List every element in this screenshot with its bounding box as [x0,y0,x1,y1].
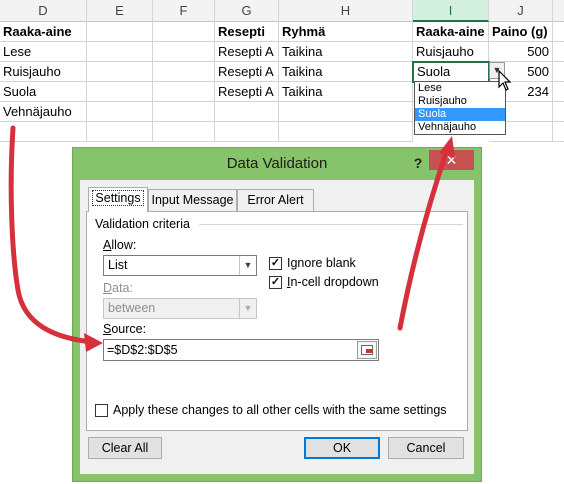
dropdown-option[interactable]: Vehnäjauho [415,121,505,134]
allow-select[interactable]: List ▼ [103,255,257,276]
cancel-button[interactable]: Cancel [388,437,464,459]
table-cell-recipe[interactable]: Resepti A [215,82,279,102]
group-divider [199,224,463,225]
chevron-down-icon[interactable]: ▼ [239,256,256,275]
table-cell[interactable] [87,62,153,82]
table-cell[interactable] [0,122,87,142]
table-cell[interactable] [553,102,564,122]
ingredient-list-item[interactable]: Suola [0,82,87,102]
column-header-g[interactable]: G [215,0,279,22]
table-cell[interactable] [215,122,279,142]
table-cell-recipe[interactable]: Resepti A [215,42,279,62]
dropdown-option-highlighted[interactable]: Suola [415,108,505,121]
column-header-k[interactable] [553,0,564,22]
table-cell-group[interactable]: Taikina [279,82,413,102]
ok-button[interactable]: OK [304,437,380,459]
in-cell-dropdown-label[interactable]: In-cell dropdown [287,275,379,289]
data-validation-dialog: Data Validation ? ✕ Settings Input Messa… [72,147,482,482]
validation-criteria-heading: Validation criteria [95,217,190,231]
help-button[interactable]: ? [409,153,427,173]
column-header-i[interactable]: I [413,0,489,22]
table-cell[interactable] [153,62,215,82]
column-header-e[interactable]: E [87,0,153,22]
ignore-blank-label[interactable]: Ignore blank [287,256,356,270]
dropdown-option[interactable]: Ruisjauho [415,95,505,108]
ignore-blank-checkbox[interactable]: ✓ [269,257,282,270]
table-header-recipe[interactable]: Resepti [215,22,279,42]
table-header-weight[interactable]: Paino (g) [489,22,553,42]
dropdown-option[interactable]: Lese [415,82,505,95]
table-cell[interactable] [87,42,153,62]
in-cell-dropdown-checkbox[interactable]: ✓ [269,276,282,289]
data-label: Data: [103,281,133,295]
table-cell[interactable] [87,22,153,42]
allow-select-value: List [108,258,128,272]
data-select-value: between [108,301,156,315]
settings-panel: Validation criteria Allow: List ▼ ✓ Igno… [86,211,468,431]
allow-label: Allow: [103,238,137,252]
table-cell-ingredient[interactable]: Ruisjauho [413,42,489,62]
clear-all-button[interactable]: Clear All [88,437,162,459]
tab-input-message[interactable]: Input Message [148,189,237,211]
apply-all-checkbox[interactable] [95,404,108,417]
mouse-pointer-icon [498,70,512,91]
table-cell[interactable] [153,42,215,62]
table-cell[interactable] [153,122,215,142]
tab-settings-label: Settings [92,190,144,206]
table-cell[interactable] [279,102,413,122]
table-cell[interactable] [153,82,215,102]
dialog-titlebar[interactable]: Data Validation ? ✕ [73,148,481,180]
close-button[interactable]: ✕ [429,150,474,170]
cell-dropdown-list: Lese Ruisjauho Suola Vehnäjauho [414,81,506,135]
ingredient-list-item[interactable]: Ruisjauho [0,62,87,82]
range-selector-icon[interactable] [357,341,377,359]
apply-all-label[interactable]: Apply these changes to all other cells w… [113,403,447,417]
chevron-down-icon[interactable]: ▼ [239,299,256,318]
column-header-j[interactable]: J [489,0,553,22]
column-header-f[interactable]: F [153,0,215,22]
table-cell[interactable] [553,82,564,102]
data-select[interactable]: between ▼ [103,298,257,319]
table-cell[interactable] [153,22,215,42]
table-cell[interactable] [215,102,279,122]
active-cell-ingredient[interactable]: Suola [412,61,490,83]
ingredient-list-item[interactable]: Lese [0,42,87,62]
table-cell-group[interactable]: Taikina [279,62,413,82]
table-header-group[interactable]: Ryhmä [279,22,413,42]
table-cell[interactable] [553,122,564,142]
ingredient-list-item[interactable]: Vehnäjauho [0,102,87,122]
source-input-value: =$D$2:$D$5 [107,343,178,357]
table-cell[interactable] [279,122,413,142]
tab-settings[interactable]: Settings [88,187,148,212]
source-label: Source: [103,322,147,336]
table-cell[interactable] [553,62,564,82]
table-cell[interactable] [87,122,153,142]
table-cell[interactable] [153,102,215,122]
column-header-d[interactable]: D [0,0,87,22]
ingredient-list-header[interactable]: Raaka-aine [0,22,87,42]
table-cell[interactable] [87,102,153,122]
tab-error-alert[interactable]: Error Alert [237,189,314,211]
table-cell[interactable] [87,82,153,102]
table-cell[interactable] [553,22,564,42]
dialog-body: Settings Input Message Error Alert Valid… [80,180,474,474]
table-cell-recipe[interactable]: Resepti A [215,62,279,82]
table-cell[interactable] [553,42,564,62]
source-input[interactable]: =$D$2:$D$5 [103,339,379,361]
table-cell-group[interactable]: Taikina [279,42,413,62]
table-header-ingredient[interactable]: Raaka-aine [413,22,489,42]
column-header-h[interactable]: H [279,0,413,22]
table-cell-weight[interactable]: 500 [489,42,553,62]
